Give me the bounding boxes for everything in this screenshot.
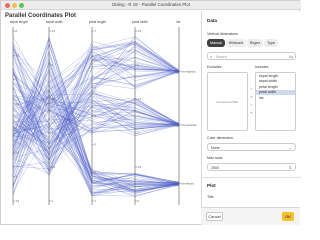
tick-label: Iris-versicolor	[182, 123, 198, 127]
move-all-left-icon[interactable]: «	[249, 110, 254, 115]
tick-label: 7.5	[16, 53, 20, 57]
stepper-icon[interactable]: ⇕	[289, 165, 292, 170]
data-line	[12, 126, 180, 183]
tick-label: 3.5	[52, 97, 56, 101]
tick-label: 2.5	[138, 29, 142, 33]
color-dimension-select[interactable]: None ⌄	[207, 143, 296, 151]
data-line	[12, 43, 180, 184]
excludes-label: Excludes	[207, 65, 222, 69]
tick-label: 5.5	[16, 150, 20, 154]
tick-label: 4.5	[16, 199, 20, 203]
tick-label: 0	[138, 199, 140, 203]
includes-item-iris[interactable]: iris	[256, 95, 295, 101]
chevron-down-icon: ⌄	[288, 144, 292, 150]
mode-manual-button[interactable]: Manual	[207, 39, 225, 47]
max-rows-label: Max rows	[207, 156, 223, 160]
filter-mode-segmented-control: Manual Wildcard Regex Type	[207, 39, 278, 47]
tick-label: 7	[95, 29, 97, 33]
dialog-footer: Cancel OK	[201, 207, 300, 225]
section-divider	[202, 177, 301, 178]
move-all-right-icon[interactable]: »	[249, 94, 254, 99]
case-sensitive-toggle[interactable]: Aa	[289, 55, 293, 59]
tick-label: 6.5	[16, 102, 20, 106]
max-rows-spinner[interactable]: 2500 ⇕	[207, 163, 296, 171]
tick-label: 3	[95, 142, 97, 146]
move-right-icon[interactable]: ›	[249, 86, 254, 91]
search-input[interactable]: ⌕ Search Aa	[207, 52, 296, 60]
excludes-list[interactable]: No items to filter	[207, 72, 248, 131]
tick-label: 2.5	[52, 165, 56, 169]
search-placeholder: Search	[216, 54, 227, 59]
excludes-empty-hint: No items to filter	[216, 100, 239, 104]
tick-label: 0.5	[138, 165, 142, 169]
axis-label: iris	[176, 20, 181, 24]
ok-button[interactable]: OK	[282, 212, 294, 221]
settings-panel: Data Vertical dimensions Manual Wildcard…	[201, 11, 301, 225]
move-left-icon[interactable]: ‹	[249, 102, 254, 107]
tick-label: Iris-virginica	[182, 70, 196, 74]
max-rows-value: 2500	[211, 165, 219, 170]
plot-section-title: Plot	[207, 183, 216, 188]
axis-label: sepal length	[10, 20, 28, 24]
tick-label: 4.5	[52, 29, 56, 33]
mode-type-button[interactable]: Type	[264, 39, 278, 47]
tick-label: 1	[95, 199, 97, 203]
axis-label: petal length	[89, 20, 106, 24]
tick-label: 8	[16, 29, 18, 33]
vertical-dimensions-label: Vertical dimensions	[207, 32, 238, 36]
data-section-title: Data	[207, 18, 217, 23]
includes-list[interactable]: sepal length sepal width petal length pe…	[255, 72, 296, 131]
dialog-window: Dialog - R 18 - Parallel Coordinates Plo…	[0, 0, 301, 225]
includes-label: Includes	[255, 65, 269, 69]
cancel-button[interactable]: Cancel	[206, 212, 223, 221]
color-dimension-value: None	[211, 145, 220, 150]
axis-label: petal width	[132, 20, 148, 24]
title-bar: Dialog - R 18 - Parallel Coordinates Plo…	[1, 1, 301, 10]
window-title: Dialog - R 18 - Parallel Coordinates Plo…	[112, 2, 190, 7]
mode-wildcard-button[interactable]: Wildcard	[225, 39, 246, 47]
tick-label: 1.5	[138, 97, 142, 101]
color-dimension-label: Color dimension	[207, 136, 233, 140]
mode-regex-button[interactable]: Regex	[246, 39, 264, 47]
search-icon: ⌕	[210, 54, 213, 59]
title-label: Title	[207, 195, 214, 199]
tick-label: 2	[52, 199, 54, 203]
axis-label: sepal width	[46, 20, 63, 24]
parallel-coordinates-chart: sepal length87.576.565.554.5sepal width4…	[10, 20, 198, 205]
move-buttons: › » ‹ «	[249, 86, 254, 118]
tick-label: Iris-setosa	[182, 182, 195, 186]
